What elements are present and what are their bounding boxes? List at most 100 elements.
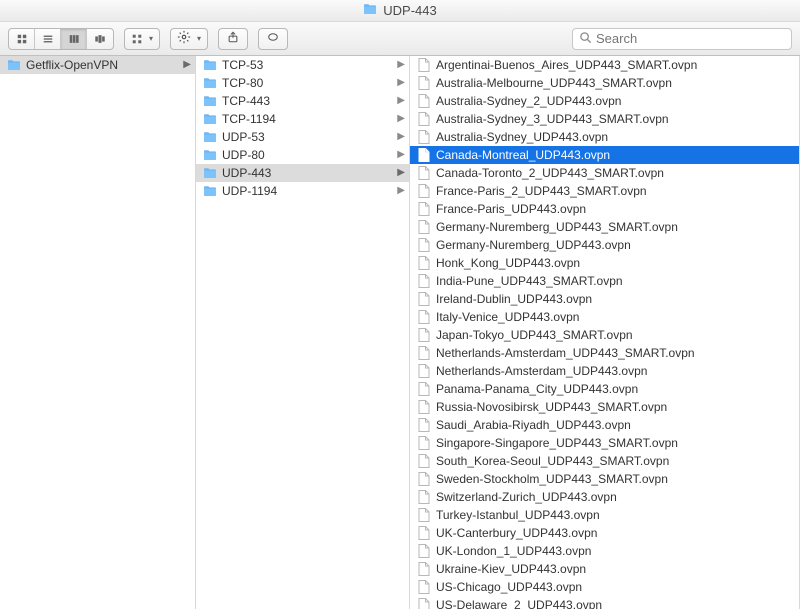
chevron-right-icon: ▶	[395, 182, 405, 200]
chevron-down-icon: ▾	[149, 34, 153, 43]
row-label: Panama-Panama_City_UDP443.ovpn	[436, 380, 795, 398]
row-label: South_Korea-Seoul_UDP443_SMART.ovpn	[436, 452, 795, 470]
file-row[interactable]: Argentinai-Buenos_Aires_UDP443_SMART.ovp…	[410, 56, 799, 74]
chevron-right-icon: ▶	[395, 146, 405, 164]
folder-icon	[202, 185, 218, 197]
file-icon	[416, 112, 432, 126]
window-titlebar: UDP-443	[0, 0, 800, 22]
file-row[interactable]: Australia-Sydney_UDP443.ovpn	[410, 128, 799, 146]
file-row[interactable]: Australia-Sydney_3_UDP443_SMART.ovpn	[410, 110, 799, 128]
file-row[interactable]: Australia-Sydney_2_UDP443.ovpn	[410, 92, 799, 110]
tags-button[interactable]	[258, 28, 288, 50]
view-icons-button[interactable]	[9, 29, 35, 49]
view-coverflow-button[interactable]	[87, 29, 113, 49]
file-icon	[416, 508, 432, 522]
action-button[interactable]: ▾	[170, 28, 208, 50]
file-icon	[416, 202, 432, 216]
file-row[interactable]: Sweden-Stockholm_UDP443_SMART.ovpn	[410, 470, 799, 488]
folder-row[interactable]: TCP-1194▶	[196, 110, 409, 128]
file-icon	[416, 148, 432, 162]
file-row[interactable]: Panama-Panama_City_UDP443.ovpn	[410, 380, 799, 398]
file-row[interactable]: France-Paris_UDP443.ovpn	[410, 200, 799, 218]
chevron-right-icon: ▶	[395, 92, 405, 110]
file-icon	[416, 364, 432, 378]
file-icon	[416, 130, 432, 144]
file-row[interactable]: South_Korea-Seoul_UDP443_SMART.ovpn	[410, 452, 799, 470]
column-2[interactable]: TCP-53▶TCP-80▶TCP-443▶TCP-1194▶UDP-53▶UD…	[196, 56, 410, 609]
file-row[interactable]: France-Paris_2_UDP443_SMART.ovpn	[410, 182, 799, 200]
column-1[interactable]: Getflix-OpenVPN▶	[0, 56, 196, 609]
file-row[interactable]: UK-Canterbury_UDP443.ovpn	[410, 524, 799, 542]
file-icon	[416, 544, 432, 558]
file-row[interactable]: India-Pune_UDP443_SMART.ovpn	[410, 272, 799, 290]
file-row[interactable]: Canada-Toronto_2_UDP443_SMART.ovpn	[410, 164, 799, 182]
file-row[interactable]: Australia-Melbourne_UDP443_SMART.ovpn	[410, 74, 799, 92]
row-label: UDP-80	[222, 146, 395, 164]
row-label: Getflix-OpenVPN	[26, 56, 181, 74]
share-button[interactable]	[218, 28, 248, 50]
row-label: Canada-Montreal_UDP443.ovpn	[436, 146, 795, 164]
file-row[interactable]: Italy-Venice_UDP443.ovpn	[410, 308, 799, 326]
row-label: France-Paris_UDP443.ovpn	[436, 200, 795, 218]
file-row[interactable]: Honk_Kong_UDP443.ovpn	[410, 254, 799, 272]
chevron-right-icon: ▶	[395, 164, 405, 182]
file-row[interactable]: Singapore-Singapore_UDP443_SMART.ovpn	[410, 434, 799, 452]
file-icon	[416, 526, 432, 540]
folder-row[interactable]: UDP-53▶	[196, 128, 409, 146]
row-label: Germany-Nuremberg_UDP443_SMART.ovpn	[436, 218, 795, 236]
view-columns-button[interactable]	[61, 29, 87, 49]
folder-row[interactable]: TCP-443▶	[196, 92, 409, 110]
file-row[interactable]: Germany-Nuremberg_UDP443.ovpn	[410, 236, 799, 254]
file-icon	[416, 166, 432, 180]
folder-icon	[6, 59, 22, 71]
folder-row[interactable]: UDP-80▶	[196, 146, 409, 164]
row-label: TCP-443	[222, 92, 395, 110]
row-label: Ukraine-Kiev_UDP443.ovpn	[436, 560, 795, 578]
file-icon	[416, 580, 432, 594]
chevron-right-icon: ▶	[395, 110, 405, 128]
file-row[interactable]: Switzerland-Zurich_UDP443.ovpn	[410, 488, 799, 506]
row-label: Australia-Melbourne_UDP443_SMART.ovpn	[436, 74, 795, 92]
folder-row[interactable]: UDP-1194▶	[196, 182, 409, 200]
chevron-right-icon: ▶	[181, 56, 191, 74]
gear-icon	[177, 30, 191, 47]
folder-row[interactable]: TCP-80▶	[196, 74, 409, 92]
tag-icon	[266, 31, 280, 46]
chevron-right-icon: ▶	[395, 56, 405, 74]
file-icon	[416, 310, 432, 324]
column-3[interactable]: Argentinai-Buenos_Aires_UDP443_SMART.ovp…	[410, 56, 800, 609]
file-icon	[416, 436, 432, 450]
folder-row[interactable]: TCP-53▶	[196, 56, 409, 74]
file-row[interactable]: Netherlands-Amsterdam_UDP443.ovpn	[410, 362, 799, 380]
folder-icon	[202, 149, 218, 161]
file-row[interactable]: Ireland-Dublin_UDP443.ovpn	[410, 290, 799, 308]
search-input[interactable]	[596, 31, 785, 46]
file-row[interactable]: Netherlands-Amsterdam_UDP443_SMART.ovpn	[410, 344, 799, 362]
file-row[interactable]: Ukraine-Kiev_UDP443.ovpn	[410, 560, 799, 578]
file-row[interactable]: Saudi_Arabia-Riyadh_UDP443.ovpn	[410, 416, 799, 434]
row-label: UK-London_1_UDP443.ovpn	[436, 542, 795, 560]
file-row[interactable]: Germany-Nuremberg_UDP443_SMART.ovpn	[410, 218, 799, 236]
folder-icon	[363, 3, 377, 18]
folder-icon	[202, 113, 218, 125]
file-row[interactable]: UK-London_1_UDP443.ovpn	[410, 542, 799, 560]
arrange-button[interactable]: ▾	[124, 28, 160, 50]
file-row[interactable]: Turkey-Istanbul_UDP443.ovpn	[410, 506, 799, 524]
file-row[interactable]: US-Delaware_2_UDP443.ovpn	[410, 596, 799, 609]
file-row[interactable]: Canada-Montreal_UDP443.ovpn	[410, 146, 799, 164]
search-field-wrap[interactable]	[572, 28, 792, 50]
file-icon	[416, 94, 432, 108]
file-row[interactable]: US-Chicago_UDP443.ovpn	[410, 578, 799, 596]
file-icon	[416, 256, 432, 270]
row-label: Saudi_Arabia-Riyadh_UDP443.ovpn	[436, 416, 795, 434]
folder-row[interactable]: UDP-443▶	[196, 164, 409, 182]
file-row[interactable]: Japan-Tokyo_UDP443_SMART.ovpn	[410, 326, 799, 344]
folder-row[interactable]: Getflix-OpenVPN▶	[0, 56, 195, 74]
row-label: Canada-Toronto_2_UDP443_SMART.ovpn	[436, 164, 795, 182]
row-label: Argentinai-Buenos_Aires_UDP443_SMART.ovp…	[436, 56, 795, 74]
file-icon	[416, 274, 432, 288]
file-icon	[416, 220, 432, 234]
view-list-button[interactable]	[35, 29, 61, 49]
row-label: Germany-Nuremberg_UDP443.ovpn	[436, 236, 795, 254]
file-row[interactable]: Russia-Novosibirsk_UDP443_SMART.ovpn	[410, 398, 799, 416]
